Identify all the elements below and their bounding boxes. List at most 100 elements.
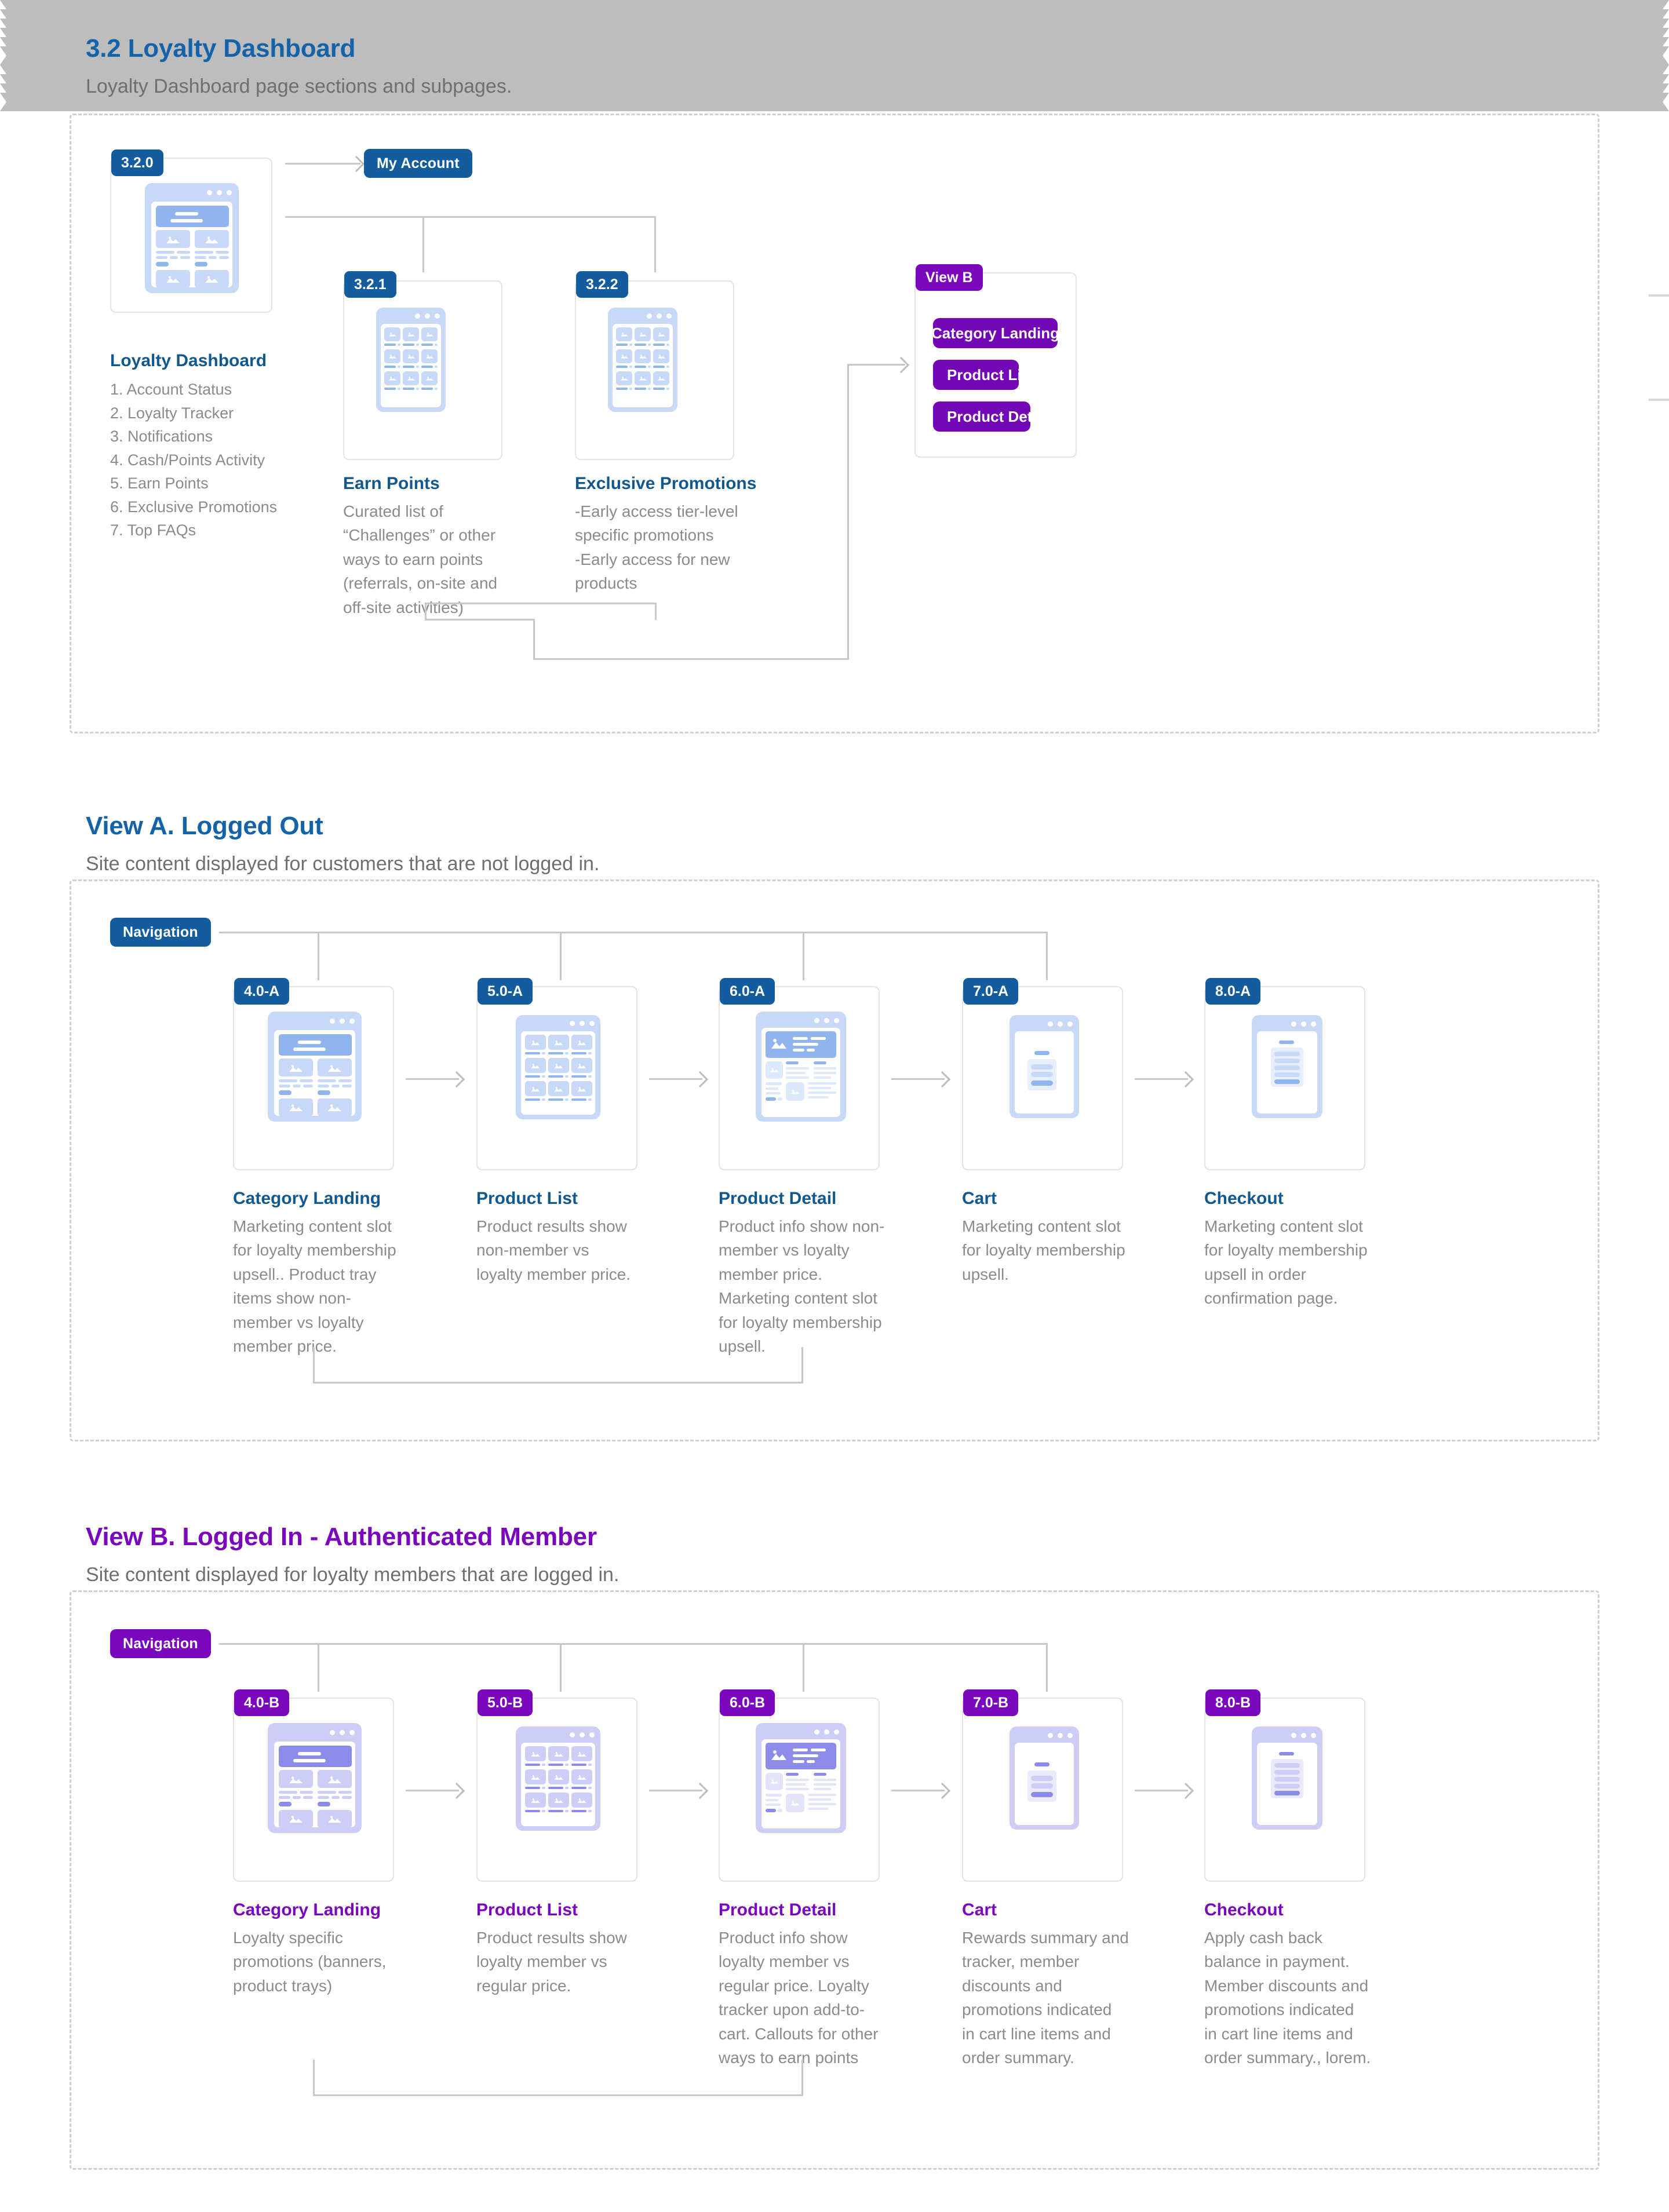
node-card-7-0-a[interactable] — [962, 986, 1123, 1170]
connector-line — [318, 1643, 319, 1692]
list-item: 5. Earn Points — [110, 474, 209, 492]
connector-line — [533, 619, 535, 659]
my-account-pill[interactable]: My Account — [364, 149, 472, 178]
node-title-category-landing-a: Category Landing — [233, 1189, 381, 1208]
window-dots-icon — [814, 1729, 839, 1735]
dashboard-title: Loyalty Dashboard — [110, 351, 267, 370]
node-title-category-landing-b: Category Landing — [233, 1900, 381, 1919]
connector-line — [560, 1643, 562, 1692]
node-card-3-2-2[interactable] — [575, 280, 734, 460]
connector-line — [803, 932, 804, 980]
badge-view-b: View B — [916, 264, 983, 291]
wireframe-checkout — [1252, 1015, 1322, 1118]
window-dots-icon — [1291, 1021, 1316, 1027]
node-card-6-0-a[interactable] — [719, 986, 880, 1170]
window-dots-icon — [647, 313, 672, 319]
vb-button-product-detail[interactable]: Product Detail — [933, 401, 1030, 432]
connector-line — [533, 658, 849, 660]
node-title-checkout-a: Checkout — [1204, 1189, 1284, 1208]
list-item: 2. Loyalty Tracker — [110, 404, 234, 422]
connector-line — [219, 932, 1048, 933]
connector-line — [560, 932, 562, 980]
connector-line — [313, 2060, 315, 2096]
node-title-exclusive-promotions: Exclusive Promotions — [575, 474, 757, 493]
node-desc-product-detail-a: Product info show non- member vs loyalty… — [719, 1217, 885, 1356]
connector-line — [425, 603, 657, 604]
connector-line — [313, 1347, 315, 1384]
arrow-head-up — [0, 102, 1669, 111]
node-card-8-0-a[interactable] — [1204, 986, 1365, 1170]
connector-line — [285, 216, 656, 218]
node-desc-checkout-a: Marketing content slot for loyalty membe… — [1204, 1217, 1368, 1308]
node-desc-exclusive-promotions: -Early access tier-level specific promot… — [575, 502, 738, 593]
badge-6-0-a: 6.0-A — [720, 978, 775, 1005]
node-title-product-detail-b: Product Detail — [719, 1900, 837, 1919]
wireframe-cart — [1010, 1726, 1079, 1830]
badge-4-0-b: 4.0-B — [234, 1689, 290, 1716]
window-dots-icon — [1048, 1733, 1073, 1738]
window-dots-icon — [814, 1018, 839, 1023]
node-card-7-0-b[interactable] — [962, 1698, 1123, 1882]
badge-5-0-a: 5.0-A — [478, 978, 533, 1005]
badge-6-0-b: 6.0-B — [720, 1689, 775, 1716]
node-card-3-2-1[interactable] — [343, 280, 502, 460]
list-item: 4. Cash/Points Activity — [110, 451, 265, 469]
arrow-head-down — [0, 19, 1669, 28]
page-root: 3.2 Loyalty Dashboard Loyalty Dashboard … — [0, 0, 1669, 2212]
connector-line — [422, 216, 424, 272]
vb-button-product-list[interactable]: Product List — [933, 360, 1019, 390]
node-desc-product-detail-b: Product info show loyalty member vs regu… — [719, 1929, 879, 2067]
node-desc-product-list-b: Product results show loyalty member vs r… — [476, 1929, 627, 1995]
wireframe-grid — [608, 308, 677, 412]
wireframe-category — [268, 1723, 362, 1833]
window-dots-icon — [207, 190, 232, 195]
node-card-6-0-b[interactable] — [719, 1698, 880, 1882]
node-card-3-2-0[interactable] — [110, 158, 272, 313]
edge-line-fragment — [1649, 399, 1669, 401]
node-desc-cart-b: Rewards summary and tracker, member disc… — [962, 1929, 1129, 2067]
connector-line — [655, 603, 657, 620]
badge-7-0-b: 7.0-B — [963, 1689, 1019, 1716]
connector-line — [219, 1643, 1048, 1645]
wireframe-cart — [1010, 1015, 1079, 1118]
view-b-nav-pill[interactable]: Navigation — [110, 1629, 211, 1658]
node-title-product-detail-a: Product Detail — [719, 1189, 837, 1208]
section-title: View B. Logged In - Authenticated Member — [86, 1523, 597, 1551]
node-desc-earn-points: Curated list of “Challenges” or other wa… — [343, 502, 498, 616]
section-subtitle: Site content displayed for loyalty membe… — [86, 1563, 620, 1586]
vb-button-category-landing[interactable]: Category Landing — [933, 318, 1058, 348]
view-a-nav-pill[interactable]: Navigation — [110, 918, 211, 947]
badge-7-0-a: 7.0-A — [963, 978, 1019, 1005]
view-a-heading: View A. Logged Out Site content displaye… — [86, 811, 599, 878]
window-dots-icon — [1048, 1021, 1073, 1027]
node-title-earn-points: Earn Points — [343, 474, 440, 493]
node-desc-checkout-b: Apply cash back balance in payment. Memb… — [1204, 1929, 1371, 2067]
view-b-panel: Category Landing Product List Product De… — [914, 272, 1077, 458]
connector-line — [801, 1347, 803, 1384]
dashboard-section-list: 1. Account Status 2. Loyalty Tracker 3. … — [110, 378, 354, 542]
node-card-5-0-b[interactable] — [476, 1698, 637, 1882]
connector-line — [654, 216, 656, 272]
node-card-4-0-a[interactable] — [233, 986, 394, 1170]
arrow-head-down — [0, 0, 1669, 9]
connector-line — [425, 619, 535, 620]
node-desc-product-list-a: Product results show non-member vs loyal… — [476, 1217, 631, 1283]
wireframe-category — [268, 1012, 362, 1122]
node-card-8-0-b[interactable] — [1204, 1698, 1365, 1882]
window-dots-icon — [415, 313, 440, 319]
connector-line — [313, 1382, 803, 1384]
node-title-checkout-b: Checkout — [1204, 1900, 1284, 1919]
wireframe-checkout — [1252, 1726, 1322, 1830]
connector-line — [313, 2094, 803, 2096]
section-3-2-heading: 3.2 Loyalty Dashboard Loyalty Dashboard … — [86, 34, 512, 101]
node-card-4-0-b[interactable] — [233, 1698, 394, 1882]
connector-line — [318, 932, 319, 980]
wireframe-detail — [756, 1012, 846, 1122]
node-card-5-0-a[interactable] — [476, 986, 637, 1170]
badge-8-0-b: 8.0-B — [1205, 1689, 1261, 1716]
wireframe-grid — [376, 308, 446, 412]
node-title-cart-a: Cart — [962, 1189, 997, 1208]
wireframe-grid — [516, 1726, 600, 1831]
badge-8-0-a: 8.0-A — [1205, 978, 1261, 1005]
badge-5-0-b: 5.0-B — [478, 1689, 533, 1716]
